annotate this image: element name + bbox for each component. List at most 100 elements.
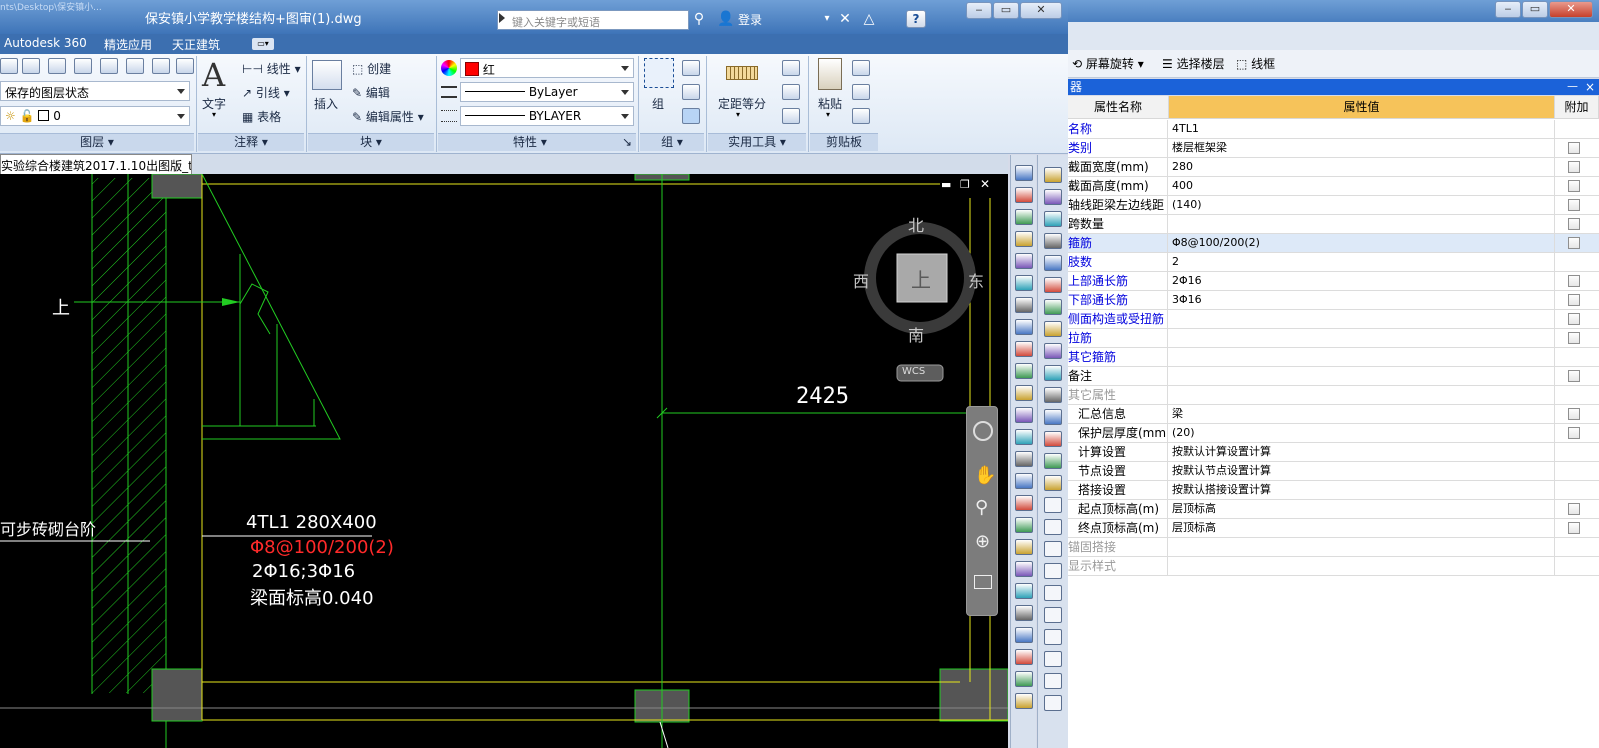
toolbar-tool-icon[interactable] <box>1044 585 1062 601</box>
showmotion-icon[interactable] <box>974 575 992 589</box>
property-row[interactable]: 锚固搭接 <box>1068 538 1599 557</box>
toolbar-tool-icon[interactable] <box>1044 299 1062 315</box>
extra-checkbox[interactable] <box>1568 199 1580 211</box>
exchange-icon[interactable]: ✕ <box>836 11 854 27</box>
pin-icon[interactable]: ᅳ <box>1567 79 1578 95</box>
toolbar-tool-icon[interactable] <box>1044 431 1062 447</box>
property-value[interactable] <box>1169 367 1555 385</box>
toolbar-tool-icon[interactable] <box>1044 607 1062 623</box>
group-edit-icon[interactable] <box>682 84 700 100</box>
linetype-combo[interactable]: ByLayer <box>460 82 634 102</box>
toolbar-tool-icon[interactable] <box>1015 341 1033 357</box>
minimize-button[interactable]: ‒ <box>966 2 992 19</box>
toolbar-tool-icon[interactable] <box>1015 407 1033 423</box>
property-row[interactable]: 名称 4TL1 <box>1068 120 1599 139</box>
divide-measure-button[interactable]: 定距等分 <box>718 95 766 112</box>
toolbar-tool-icon[interactable] <box>1044 519 1062 535</box>
insert-block-icon[interactable] <box>312 60 342 90</box>
close-button[interactable]: ✕ <box>1020 2 1062 19</box>
user-icon[interactable]: 👤 <box>717 11 735 27</box>
menu-autodesk-360[interactable]: Autodesk 360 <box>4 36 87 50</box>
extra-checkbox[interactable] <box>1568 237 1580 249</box>
property-value[interactable]: 楼层框架梁 <box>1169 139 1555 157</box>
property-row[interactable]: 轴线距梁左边线距 (140) <box>1068 196 1599 215</box>
toolbar-tool-icon[interactable] <box>1044 695 1062 711</box>
toolbar-tool-icon[interactable] <box>1015 473 1033 489</box>
layer-freeze-icon[interactable] <box>100 58 118 74</box>
lineweight-icon[interactable] <box>441 110 457 122</box>
toolbar-tool-icon[interactable] <box>1044 629 1062 645</box>
ungroup-icon[interactable] <box>682 60 700 76</box>
copy-icon[interactable] <box>852 84 870 100</box>
property-row[interactable]: 其它属性 <box>1068 386 1599 405</box>
calculator-icon[interactable] <box>782 108 800 124</box>
toolbar-tool-icon[interactable] <box>1044 453 1062 469</box>
extra-checkbox[interactable] <box>1568 408 1580 420</box>
property-row[interactable]: 节点设置 按默认节点设置计算 <box>1068 462 1599 481</box>
autodesk-app-icon[interactable]: △ <box>860 11 878 27</box>
steering-wheel-icon[interactable] <box>973 421 993 441</box>
edit-attributes-button[interactable]: ✎ 编辑属性 ▾ <box>352 108 424 125</box>
property-value[interactable]: 按默认搭接设置计算 <box>1169 481 1555 499</box>
property-row[interactable]: 下部通长筋 3Φ16 <box>1068 291 1599 310</box>
search-expand-icon[interactable] <box>499 13 505 23</box>
layer-lock-icon[interactable] <box>126 58 144 74</box>
toolbar-tool-icon[interactable] <box>1044 277 1062 293</box>
toolbar-tool-icon[interactable] <box>1044 189 1062 205</box>
wireframe-button[interactable]: ⬚ 线框 <box>1236 55 1275 72</box>
property-value[interactable]: (140) <box>1169 196 1555 214</box>
property-value[interactable]: 层顶标高 <box>1169 500 1555 518</box>
zoom-icon[interactable]: ⚲ <box>975 497 988 518</box>
chevron-down-icon[interactable]: ▾ <box>826 110 830 119</box>
viewcube-west[interactable]: 西 <box>853 268 869 292</box>
toolbar-tool-icon[interactable] <box>1044 497 1062 513</box>
login-button[interactable]: 登录 <box>738 11 762 28</box>
maximize-button[interactable]: ▭ <box>993 2 1019 19</box>
layer-combo[interactable]: ☼ 🔓 0 <box>0 106 190 126</box>
chevron-down-icon[interactable]: ▾ <box>818 11 836 27</box>
orbit-icon[interactable]: ⊕ <box>975 531 990 552</box>
toolbar-tool-icon[interactable] <box>1044 321 1062 337</box>
layer-state-combo[interactable]: 保存的图层状态 <box>0 81 190 101</box>
property-value[interactable]: 2 <box>1169 253 1555 271</box>
search-input[interactable]: 键入关键字或短语 <box>497 10 689 30</box>
toolbar-tool-icon[interactable] <box>1015 165 1033 181</box>
toolbar-tool-icon[interactable] <box>1044 255 1062 271</box>
layer-match-icon[interactable] <box>152 58 170 74</box>
close-button[interactable]: ✕ <box>1549 1 1593 18</box>
property-value[interactable] <box>1169 348 1555 366</box>
property-row[interactable]: 搭接设置 按默认搭接设置计算 <box>1068 481 1599 500</box>
toolbar-tool-icon[interactable] <box>1015 363 1033 379</box>
toolbar-tool-icon[interactable] <box>1044 475 1062 491</box>
toolbar-tool-icon[interactable] <box>1015 319 1033 335</box>
chevron-down-icon[interactable]: ▾ <box>212 110 216 119</box>
ribbon-toggle-icon[interactable]: ▭▾ <box>252 38 274 50</box>
extra-checkbox[interactable] <box>1568 427 1580 439</box>
dialog-launcher-icon[interactable]: ↘ <box>622 134 636 151</box>
quick-select-icon[interactable] <box>782 60 800 76</box>
extra-checkbox[interactable] <box>1568 370 1580 382</box>
property-value[interactable] <box>1169 310 1555 328</box>
toolbar-tool-icon[interactable] <box>1015 539 1033 555</box>
toolbar-tool-icon[interactable] <box>1015 605 1033 621</box>
property-row[interactable]: 跨数量 <box>1068 215 1599 234</box>
property-row[interactable]: 截面宽度(mm) 280 <box>1068 158 1599 177</box>
point-id-icon[interactable] <box>782 84 800 100</box>
toolbar-tool-icon[interactable] <box>1015 451 1033 467</box>
extra-checkbox[interactable] <box>1568 313 1580 325</box>
panel-title-utilities[interactable]: 实用工具 ▾ <box>708 133 806 151</box>
toolbar-tool-icon[interactable] <box>1044 365 1062 381</box>
toolbar-tool-icon[interactable] <box>1015 209 1033 225</box>
extra-checkbox[interactable] <box>1568 522 1580 534</box>
toolbar-tool-icon[interactable] <box>1015 495 1033 511</box>
property-value[interactable] <box>1169 329 1555 347</box>
property-row[interactable]: 类别 楼层框架梁 <box>1068 139 1599 158</box>
property-row[interactable]: 肢数 2 <box>1068 253 1599 272</box>
extra-checkbox[interactable] <box>1568 275 1580 287</box>
panel-title-properties[interactable]: 特性 ▾ ↘ <box>438 133 636 151</box>
layer-isolate-icon[interactable] <box>48 58 66 74</box>
property-row[interactable]: 备注 <box>1068 367 1599 386</box>
leader-button[interactable]: ↗ 引线 ▾ <box>242 84 290 101</box>
toolbar-tool-icon[interactable] <box>1015 693 1033 709</box>
toolbar-tool-icon[interactable] <box>1044 409 1062 425</box>
